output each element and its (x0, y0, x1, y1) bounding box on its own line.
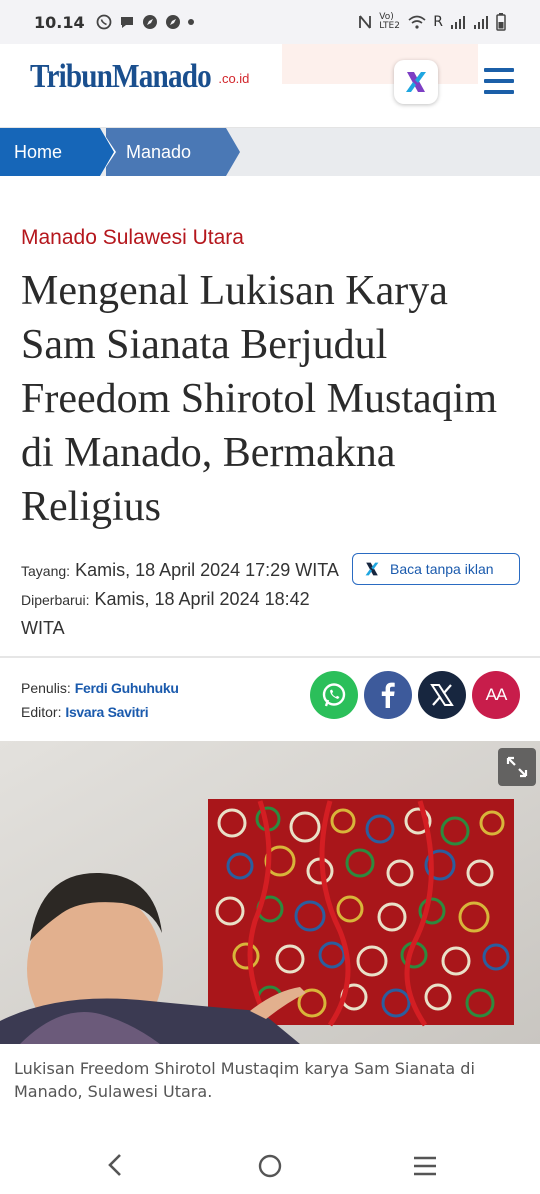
x-app-button[interactable] (394, 60, 438, 104)
article-meta: Tayang: Kamis, 18 April 2024 17:29 WITA … (21, 556, 351, 642)
home-icon[interactable] (257, 1153, 283, 1179)
signal-icon-2 (474, 16, 488, 29)
share-whatsapp-button[interactable] (310, 671, 358, 719)
signal-icon (451, 16, 465, 29)
site-logo[interactable]: TribunManado .co.id (30, 58, 249, 96)
back-icon[interactable] (104, 1152, 126, 1178)
logo-text: TribunManado (30, 58, 212, 95)
compass-notification-icon (142, 15, 157, 29)
published-label: Tayang: (21, 563, 71, 579)
ad-free-button[interactable]: Baca tanpa iklan (352, 553, 520, 585)
editor-name-link[interactable]: Isvara Savitri (65, 704, 148, 720)
article-title: Mengenal Lukisan Karya Sam Sianata Berju… (21, 268, 497, 530)
article-photo[interactable] (0, 741, 540, 1044)
painting-photo-image (0, 741, 540, 1044)
nfc-icon (359, 15, 372, 29)
photo-caption: Lukisan Freedom Shirotol Mustaqim karya … (14, 1059, 475, 1101)
updated-label: Diperbarui: (21, 592, 90, 608)
published-value: Kamis, 18 April 2024 17:29 WITA (75, 560, 339, 580)
share-x-button[interactable] (418, 671, 466, 719)
article-credits: Penulis: Ferdi Guhuhuku Editor: Isvara S… (21, 676, 179, 724)
x-twitter-icon (430, 684, 454, 706)
font-size-label: AA (485, 685, 508, 704)
status-time: 10.14 (34, 12, 85, 32)
ad-free-label: Baca tanpa iklan (390, 561, 494, 577)
whatsapp-icon (322, 683, 346, 707)
site-header: TribunManado .co.id (0, 44, 540, 128)
compass-notification-icon-2 (165, 15, 180, 29)
breadcrumb-home-arrow (100, 128, 114, 176)
published-line: Tayang: Kamis, 18 April 2024 17:29 WITA (21, 556, 351, 585)
status-bar: 10.14 Vo) LTE2 R (0, 0, 540, 44)
roaming-indicator: R (433, 14, 443, 30)
more-notifications-dot (187, 19, 194, 25)
whatsapp-notification-icon (96, 14, 112, 30)
x-logo-icon (365, 562, 379, 576)
wifi-icon (408, 15, 426, 29)
breadcrumb-manado-arrow (226, 128, 240, 176)
system-navigation-bar (0, 1136, 540, 1194)
x-logo-icon (406, 72, 426, 92)
logo-domain: .co.id (218, 71, 250, 86)
font-size-button[interactable]: AA (472, 671, 520, 719)
writer-label: Penulis: (21, 680, 71, 696)
expand-icon (506, 756, 528, 778)
facebook-icon (381, 682, 395, 708)
header-ad-strip (282, 44, 478, 84)
article-category[interactable]: Manado Sulawesi Utara (21, 226, 244, 250)
meta-divider (0, 656, 540, 658)
breadcrumb-home[interactable]: Home (0, 128, 100, 176)
breadcrumb: Manado Home (0, 128, 540, 176)
recents-icon[interactable] (412, 1155, 438, 1177)
hamburger-menu-icon[interactable] (484, 68, 514, 94)
expand-image-button[interactable] (498, 748, 536, 786)
network-label: Vo) LTE2 (379, 12, 400, 31)
breadcrumb-home-label: Home (14, 141, 63, 162)
editor-label: Editor: (21, 704, 62, 720)
battery-icon (496, 13, 506, 31)
writer-name-link[interactable]: Ferdi Guhuhuku (75, 680, 179, 696)
breadcrumb-manado-label: Manado (126, 141, 192, 162)
breadcrumb-manado[interactable]: Manado (106, 128, 226, 176)
message-notification-icon (120, 17, 133, 28)
share-facebook-button[interactable] (364, 671, 412, 719)
updated-line: Diperbarui: Kamis, 18 April 2024 18:42 W… (21, 585, 351, 642)
